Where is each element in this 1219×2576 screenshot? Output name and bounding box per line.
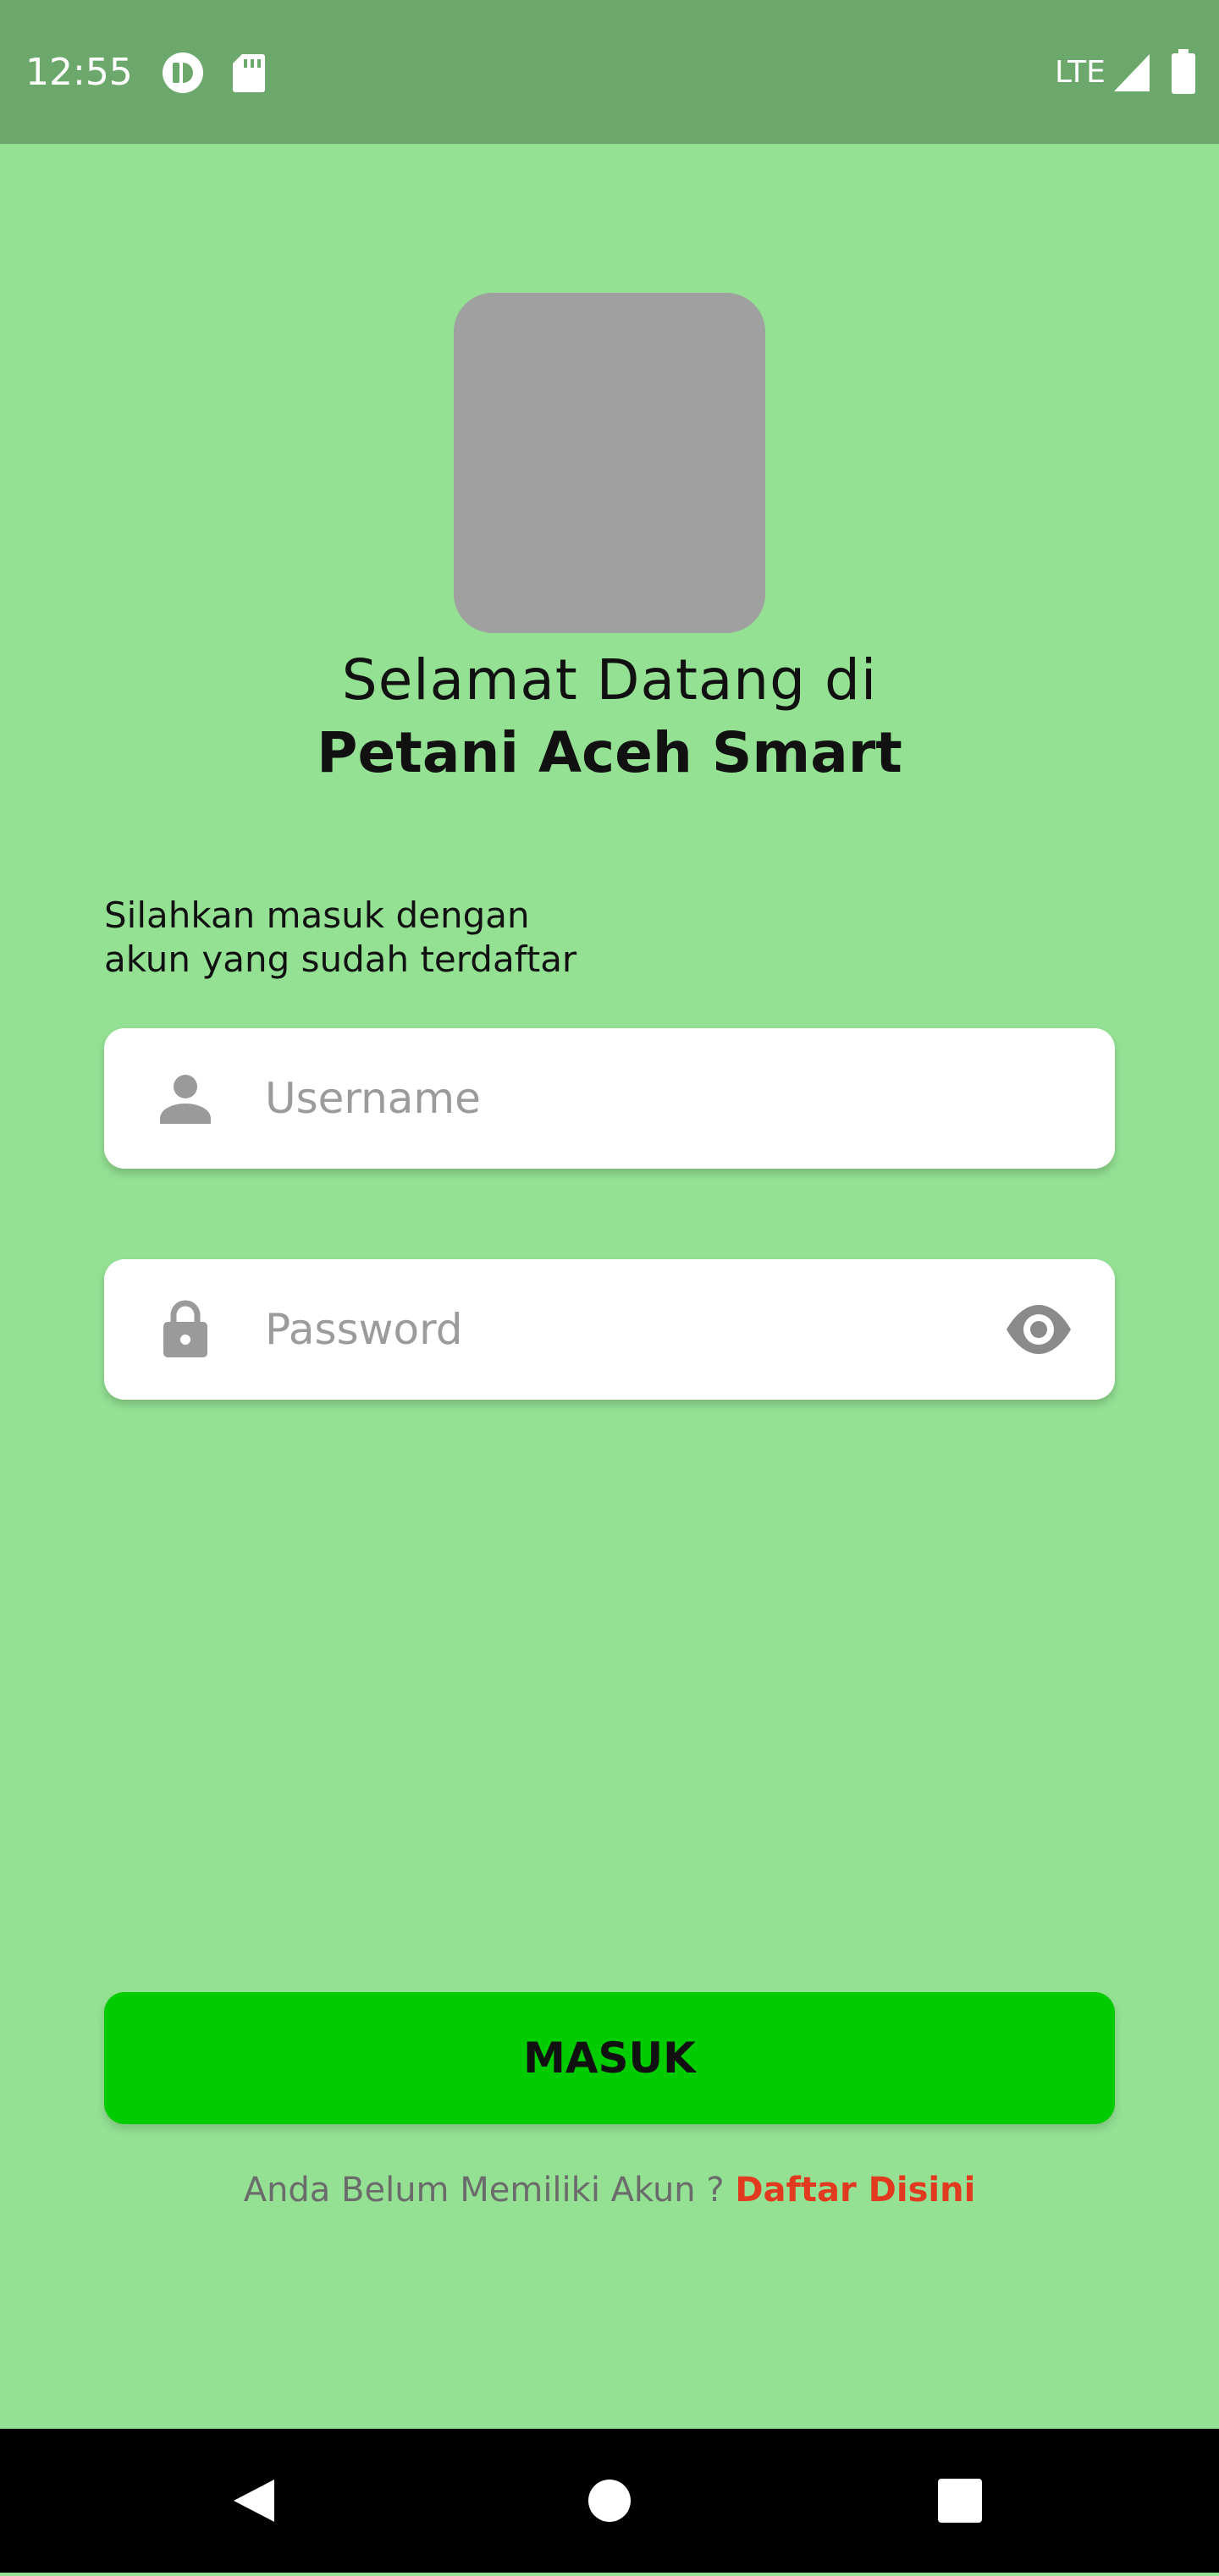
app-name: Petani Aceh Smart [317, 720, 902, 785]
home-icon [588, 2480, 631, 2522]
password-input[interactable] [265, 1285, 959, 1374]
back-icon [234, 2480, 274, 2522]
instruction-line-2: akun yang sudah terdaftar [104, 938, 577, 980]
recents-icon [938, 2479, 982, 2523]
username-field[interactable] [104, 1028, 1115, 1169]
register-row: Anda Belum Memiliki Akun ? Daftar Disini [0, 2166, 1219, 2214]
person-icon [160, 1075, 211, 1124]
welcome-text: Selamat Datang di [341, 647, 878, 713]
register-link[interactable]: Daftar Disini [735, 2171, 975, 2210]
login-instruction: Silahkan masuk dengan akun yang sudah te… [104, 894, 866, 982]
eye-icon[interactable] [1005, 1296, 1073, 1362]
nav-home-button[interactable] [525, 2429, 694, 2573]
login-button[interactable]: MASUK [104, 1992, 1115, 2124]
lock-icon [163, 1300, 207, 1357]
system-nav-bar [0, 2429, 1219, 2573]
instruction-line-1: Silahkan masuk dengan [104, 894, 530, 936]
signal-icon [1114, 54, 1150, 91]
status-time: 12:55 [25, 51, 133, 94]
circle-app-icon [163, 52, 203, 93]
app-logo [454, 293, 765, 633]
nav-back-button[interactable] [169, 2429, 339, 2573]
network-type: LTE [1055, 55, 1106, 90]
register-prompt: Anda Belum Memiliki Akun ? [243, 2171, 725, 2210]
password-field[interactable] [104, 1259, 1115, 1400]
battery-icon [1172, 49, 1195, 94]
username-input[interactable] [265, 1054, 959, 1143]
status-bar: 12:55 LTE [0, 0, 1219, 144]
nav-recents-button[interactable] [875, 2429, 1045, 2573]
sd-card-icon [233, 54, 265, 92]
